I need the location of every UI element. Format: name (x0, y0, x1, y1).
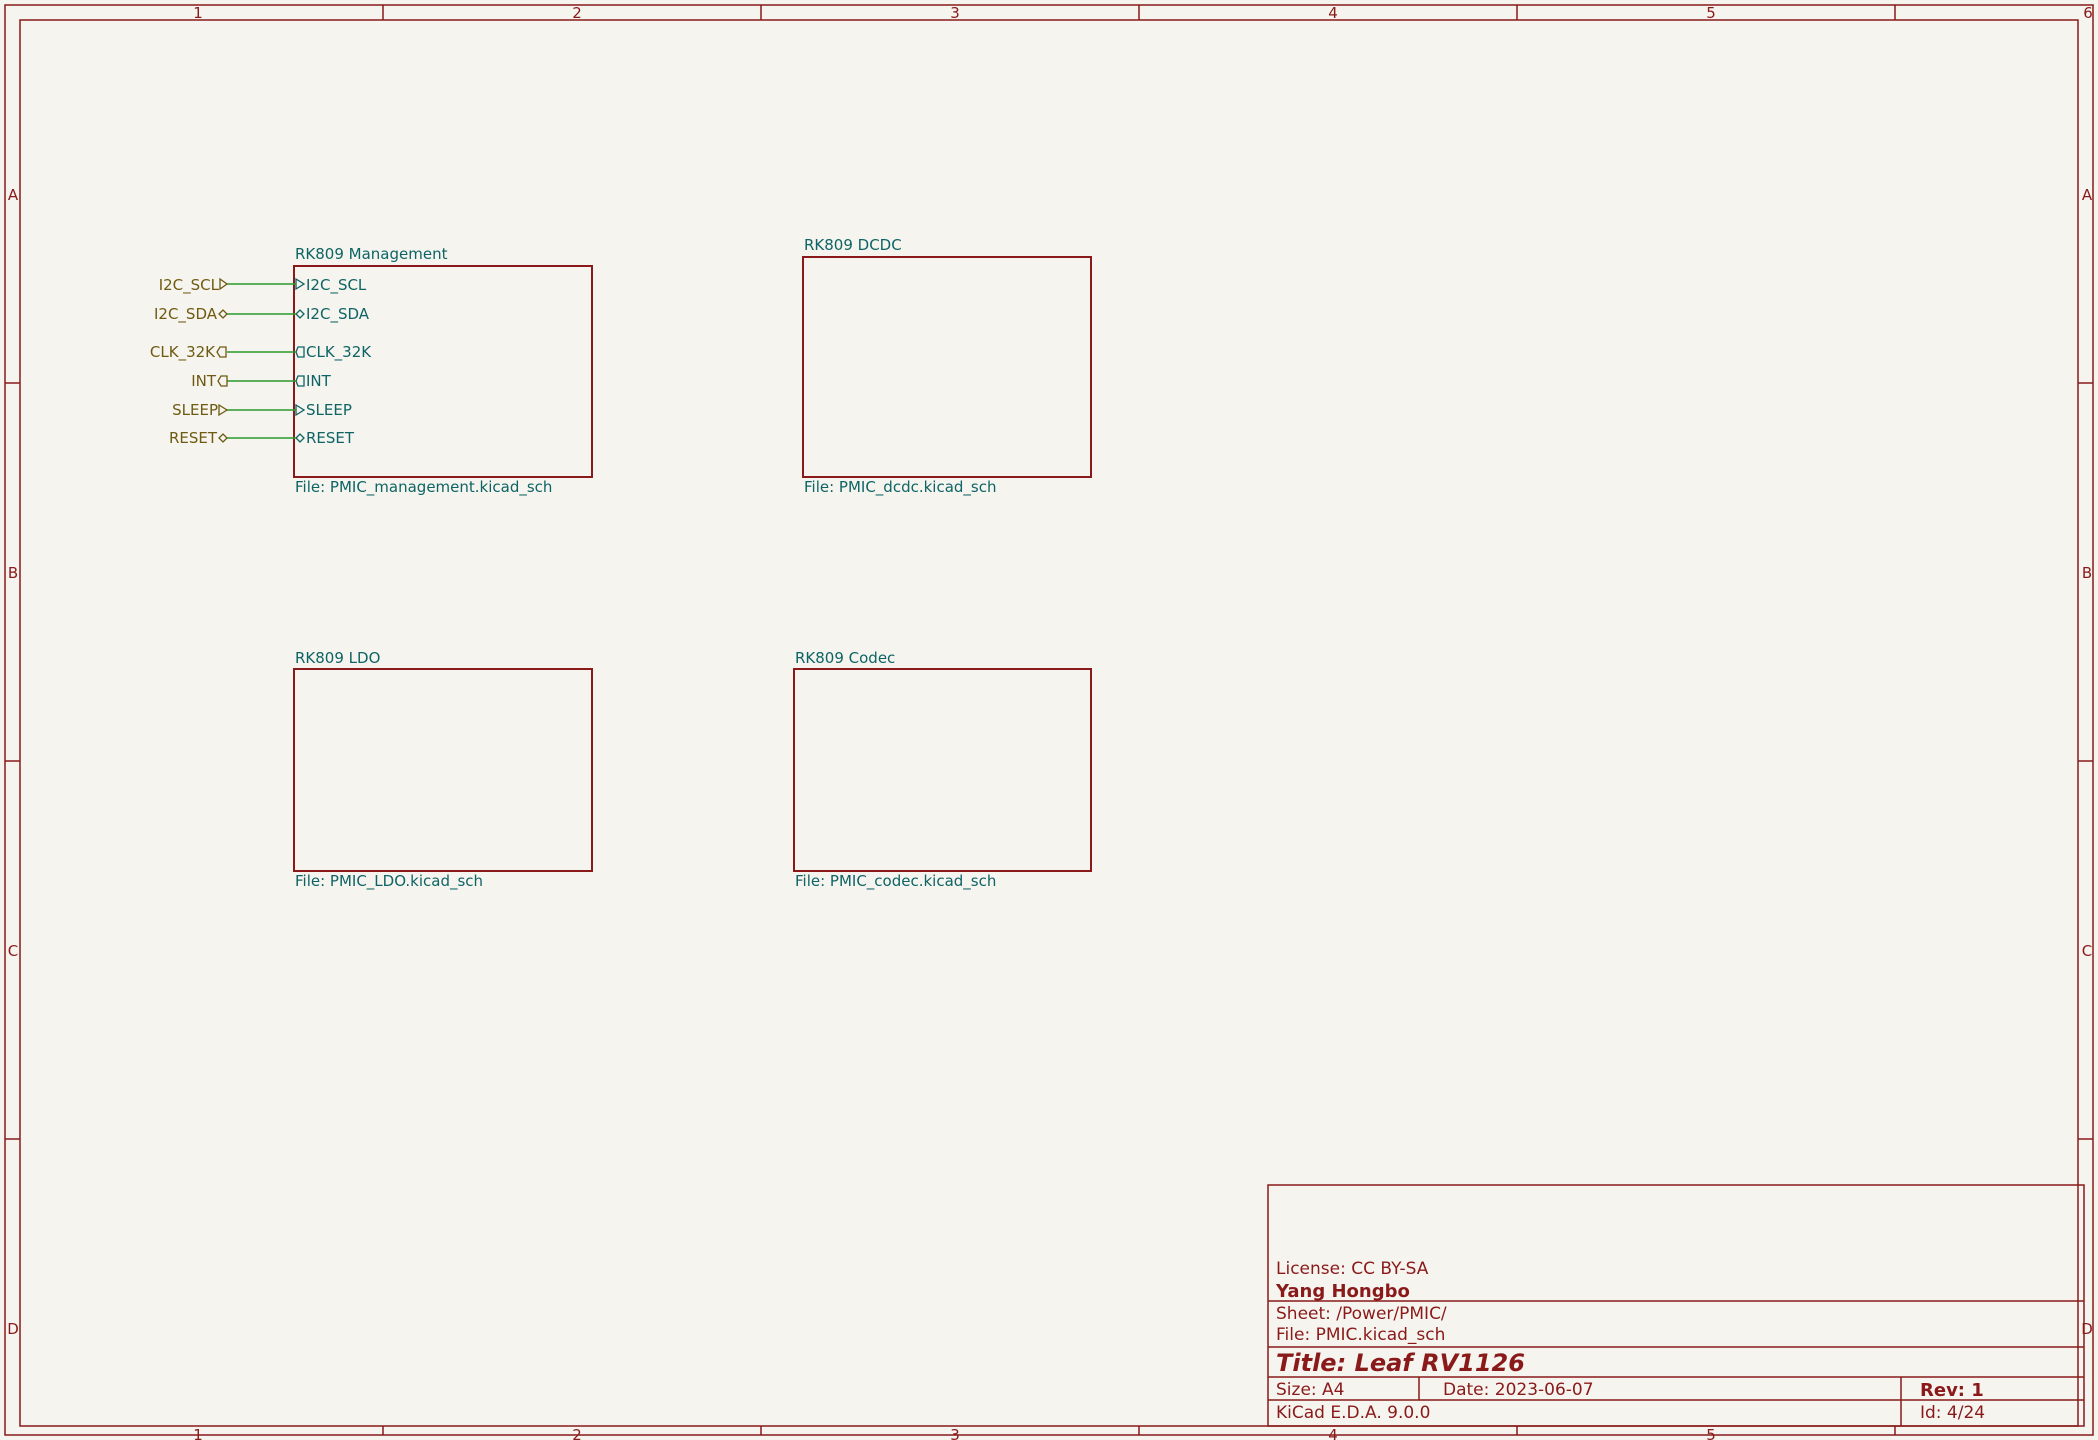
zone-col-4-top: 4 (1328, 4, 1338, 22)
sheet-pin-reset: RESET (306, 429, 355, 447)
sheet-file: File: PMIC_LDO.kicad_sch (295, 872, 483, 891)
zone-col-3-top: 3 (950, 4, 960, 22)
global-label-int[interactable]: INT (191, 372, 217, 390)
inner-border (19, 19, 2079, 1427)
zone-row-a-right: A (2082, 186, 2093, 204)
zone-row-c-left: C (8, 942, 18, 960)
sheet-name: RK809 Management (295, 245, 448, 263)
title-block-date: Date: 2023-06-07 (1443, 1380, 1594, 1400)
sheet-file: File: PMIC_management.kicad_sch (295, 478, 552, 497)
sheet-pin-sleep: SLEEP (306, 401, 352, 419)
sheet-box[interactable] (802, 256, 1092, 478)
zone-col-3-bottom: 3 (950, 1426, 960, 1440)
global-label-shape-sleep (218, 403, 229, 417)
sheet-rk809-codec[interactable]: RK809 Codec File: PMIC_codec.kicad_sch (793, 649, 1092, 891)
zone-col-2-top: 2 (572, 4, 582, 22)
global-label-shape-reset (218, 433, 228, 443)
global-label-sleep[interactable]: SLEEP (172, 401, 218, 419)
sheet-rk809-ldo[interactable]: RK809 LDO File: PMIC_LDO.kicad_sch (293, 649, 593, 891)
sheet-pin-int: INT (306, 372, 332, 390)
sheet-pin-clk-32k: CLK_32K (306, 343, 372, 362)
zone-col-4-bottom: 4 (1328, 1426, 1338, 1440)
sheet-pin-i2c-sda: I2C_SDA (306, 305, 370, 324)
zone-labels-left: A B C D (7, 186, 19, 1338)
sheet-pin-i2c-scl: I2C_SCL (306, 276, 367, 295)
global-label-shape-int (217, 375, 228, 387)
sheet-name: RK809 LDO (295, 649, 380, 667)
title-block-sheet: Sheet: /Power/PMIC/ (1276, 1304, 1447, 1324)
sheet-rk809-management[interactable]: RK809 Management File: PMIC_management.k… (293, 245, 593, 497)
zone-row-a-left: A (8, 186, 19, 204)
title-block-file: File: PMIC.kicad_sch (1276, 1325, 1445, 1345)
zone-col-1-top: 1 (193, 4, 203, 22)
zone-row-d-right: D (2081, 1320, 2093, 1338)
zone-dividers (5, 5, 2093, 1435)
global-label-reset[interactable]: RESET (169, 429, 218, 447)
title-block-company: Yang Hongbo (1275, 1281, 1410, 1302)
zone-row-c-right: C (2082, 942, 2092, 960)
sheet-box[interactable] (293, 668, 593, 872)
title-block-tool: KiCad E.D.A. 9.0.0 (1276, 1403, 1430, 1423)
global-label-clk-32k[interactable]: CLK_32K (150, 343, 216, 362)
sheet-pin-shapes (295, 277, 306, 443)
sheet-file: File: PMIC_codec.kicad_sch (795, 872, 996, 891)
global-label-shape-clk-32k (216, 346, 227, 358)
global-label-shape-i2c-scl (219, 277, 229, 291)
title-block-id: Id: 4/24 (1920, 1403, 1985, 1423)
title-block-license: License: CC BY-SA (1276, 1259, 1429, 1279)
sheet-box[interactable] (793, 668, 1092, 872)
schematic-sheet: 1 2 3 4 5 6 1 2 3 4 5 A B C D A B C D RK… (4, 4, 2094, 1440)
zone-col-2-bottom: 2 (572, 1426, 582, 1440)
zone-labels-bottom: 1 2 3 4 5 (193, 1426, 1716, 1440)
zone-col-5-top: 5 (1706, 4, 1716, 22)
global-label-i2c-sda[interactable]: I2C_SDA (154, 305, 218, 324)
global-label-shape-i2c-sda (218, 309, 228, 319)
global-labels: I2C_SCL I2C_SDA CLK_32K INT SLEEP RESET (150, 276, 229, 447)
zone-row-b-left: B (8, 564, 18, 582)
title-block-title: Title: Leaf RV1126 (1276, 1349, 1525, 1377)
wires (227, 283, 296, 439)
title-block: License: CC BY-SA Yang Hongbo Sheet: /Po… (1267, 1184, 2085, 1427)
zone-labels-right: A B C D (2081, 186, 2093, 1338)
zone-row-d-left: D (7, 1320, 19, 1338)
zone-col-1-bottom: 1 (193, 1426, 203, 1440)
outer-border (4, 4, 2094, 1436)
sheet-name: RK809 Codec (795, 649, 895, 667)
zone-col-5-bottom: 5 (1706, 1426, 1716, 1440)
zone-row-b-right: B (2082, 564, 2092, 582)
title-block-size: Size: A4 (1276, 1380, 1344, 1400)
global-label-i2c-scl[interactable]: I2C_SCL (159, 276, 220, 295)
sheet-rk809-dcdc[interactable]: RK809 DCDC File: PMIC_dcdc.kicad_sch (802, 236, 1092, 497)
sheet-name: RK809 DCDC (804, 236, 902, 254)
sheet-file: File: PMIC_dcdc.kicad_sch (804, 478, 997, 497)
title-block-rev: Rev: 1 (1920, 1380, 1984, 1401)
zone-col-6-top: 6 (2083, 4, 2093, 22)
